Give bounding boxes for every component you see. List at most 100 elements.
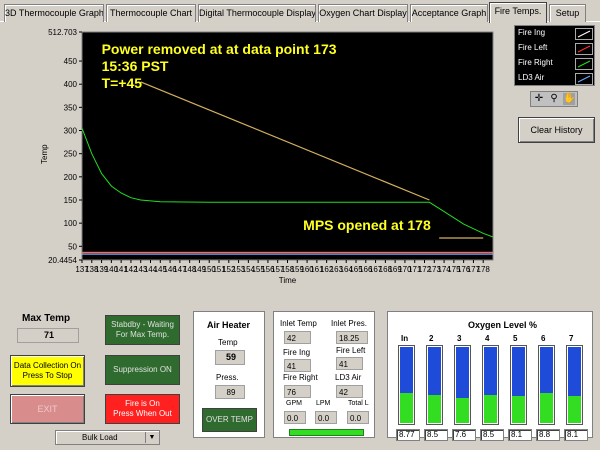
y-tick-label: 400 bbox=[64, 80, 78, 89]
load-type-select[interactable]: Bulk Load ▼ bbox=[55, 430, 160, 445]
oxygen-channel-label: 6 bbox=[541, 334, 546, 343]
oxygen-panel: Oxygen Level % In 8.77 2 8.5 3 7.6 4 8.5 5 8.1 6 8.… bbox=[387, 311, 593, 441]
oxygen-channel-label: 3 bbox=[457, 334, 462, 343]
y-tick-label: 350 bbox=[64, 103, 78, 112]
tab-setup[interactable]: Setup bbox=[549, 4, 586, 22]
gauge-empty-fill bbox=[512, 347, 525, 396]
data-collection-button[interactable]: Data Collection On Press To Stop bbox=[10, 355, 85, 387]
pan-hand-icon[interactable]: ✋ bbox=[563, 93, 575, 105]
inlet-temp-label: Inlet Temp bbox=[280, 319, 317, 328]
air-heater-title: Air Heater bbox=[207, 320, 251, 330]
gpm-value: 0.0 bbox=[284, 411, 306, 424]
fire-on-button[interactable]: Fire is On Press When Out bbox=[105, 394, 180, 424]
fire-left-value: 41 bbox=[336, 357, 363, 370]
oxygen-channel-value: 8.77 bbox=[396, 429, 420, 441]
oxygen-channel-value: 8.5 bbox=[480, 429, 504, 441]
air-heater-press-label: Press. bbox=[216, 373, 239, 382]
chart-annotation: 15:36 PST bbox=[102, 58, 169, 74]
legend-item-ld3-air[interactable]: LD3 Air bbox=[515, 72, 596, 86]
y-tick-label: 150 bbox=[64, 196, 78, 205]
total-label: Total L bbox=[348, 400, 369, 407]
tab-3d-thermocouple-graph[interactable]: 3D Thermocouple Graph bbox=[4, 4, 104, 22]
tab-thermocouple-chart[interactable]: Thermocouple Chart bbox=[106, 4, 196, 22]
legend-label: LD3 Air bbox=[518, 73, 545, 82]
oxygen-level-gauge bbox=[510, 345, 527, 425]
y-tick-label: 100 bbox=[64, 219, 78, 228]
gauge-empty-fill bbox=[456, 347, 469, 398]
oxygen-channel-value: 8.1 bbox=[564, 429, 588, 441]
exit-button[interactable]: EXIT bbox=[10, 394, 85, 424]
oxygen-channel-value: 7.6 bbox=[452, 429, 476, 441]
legend-swatch bbox=[575, 58, 593, 70]
standby-indicator[interactable]: Stabdby - Waiting For Max Temp. bbox=[105, 315, 180, 345]
ld3-air-label: LD3 Air bbox=[335, 373, 362, 382]
oxygen-level-gauge bbox=[538, 345, 555, 425]
clear-history-button[interactable]: Clear History bbox=[518, 117, 595, 143]
tab-bar: 3D Thermocouple Graph Thermocouple Chart… bbox=[0, 0, 600, 23]
cursor-move-icon[interactable]: ✛ bbox=[533, 93, 545, 105]
y-tick-label: 300 bbox=[64, 127, 78, 136]
fire-ing-label: Fire Ing bbox=[283, 348, 311, 357]
air-heater-temp-label: Temp bbox=[218, 338, 238, 347]
gauge-empty-fill bbox=[568, 347, 581, 396]
chart-annotation: T=+45 bbox=[102, 75, 143, 91]
legend-label: Fire Ing bbox=[518, 28, 546, 37]
x-tick-label: 178 bbox=[477, 265, 491, 274]
gauge-level-fill bbox=[400, 393, 413, 423]
chart-annotation: Power removed at at data point 173 bbox=[102, 41, 337, 57]
legend-swatch bbox=[575, 73, 593, 85]
inlet-temp-value: 42 bbox=[284, 331, 311, 344]
fire-left-label: Fire Left bbox=[336, 346, 366, 355]
load-type-value: Bulk Load bbox=[82, 433, 118, 442]
max-temp-value: 71 bbox=[17, 328, 79, 343]
legend-label: Fire Left bbox=[518, 43, 548, 52]
zoom-icon[interactable]: ⚲ bbox=[548, 93, 560, 105]
suppression-indicator[interactable]: Suppression ON bbox=[105, 355, 180, 385]
air-heater-panel: Air Heater Temp 59 Press. 89 OVER TEMP bbox=[193, 311, 265, 438]
oxygen-level-gauge bbox=[454, 345, 471, 425]
lpm-value: 0.0 bbox=[315, 411, 337, 424]
legend-item-fire-right[interactable]: Fire Right bbox=[515, 57, 596, 71]
inlet-pres-label: Inlet Pres. bbox=[331, 319, 368, 328]
oxygen-title: Oxygen Level % bbox=[468, 320, 538, 330]
oxygen-channel-label: 7 bbox=[569, 334, 574, 343]
air-heater-press-value: 89 bbox=[215, 385, 245, 399]
oxygen-level-gauge bbox=[482, 345, 499, 425]
graph-palette: ✛ ⚲ ✋ bbox=[530, 91, 578, 107]
tab-acceptance-graph[interactable]: Acceptance Graph bbox=[410, 4, 488, 22]
oxygen-channel-value: 8.5 bbox=[424, 429, 448, 441]
gauge-empty-fill bbox=[540, 347, 553, 393]
oxygen-channel-value: 8.1 bbox=[508, 429, 532, 441]
inlet-panel: Inlet Temp 42 Inlet Pres. 18.25 Fire Ing… bbox=[273, 311, 375, 438]
max-temp-label: Max Temp bbox=[22, 313, 71, 324]
gauge-level-fill bbox=[568, 396, 581, 423]
flow-indicator-bar bbox=[289, 429, 364, 436]
lpm-label: LPM bbox=[316, 400, 331, 407]
tab-digital-thermocouple-display[interactable]: Digital Thermocouple Display bbox=[198, 4, 316, 22]
legend-label: Fire Right bbox=[518, 58, 553, 67]
fire-right-label: Fire Right bbox=[283, 373, 318, 382]
plot-legend[interactable]: Fire Ing Fire Left Fire Right LD3 Air bbox=[514, 25, 595, 86]
legend-item-fire-left[interactable]: Fire Left bbox=[515, 42, 596, 56]
oxygen-channel-label: 2 bbox=[429, 334, 434, 343]
tab-oxygen-chart-display[interactable]: Oxygen Chart Display bbox=[318, 4, 408, 22]
gauge-level-fill bbox=[484, 395, 497, 423]
y-tick-label: 250 bbox=[64, 150, 78, 159]
legend-swatch bbox=[575, 28, 593, 40]
gauge-empty-fill bbox=[428, 347, 441, 395]
ld3-air-value: 42 bbox=[336, 385, 363, 398]
oxygen-level-gauge bbox=[398, 345, 415, 425]
y-tick-label: 200 bbox=[64, 173, 78, 182]
chevron-down-icon[interactable]: ▼ bbox=[145, 432, 158, 443]
oxygen-level-gauge bbox=[566, 345, 583, 425]
y-tick-label: 20.4454 bbox=[48, 256, 77, 265]
fire-temps-graph: 512.703 450 400 350 300 250 200 150 100 50 20.4454… bbox=[4, 24, 509, 296]
gpm-label: GPM bbox=[286, 400, 302, 407]
oxygen-level-gauge bbox=[426, 345, 443, 425]
tab-fire-temps[interactable]: Fire Temps. bbox=[489, 2, 547, 23]
gauge-empty-fill bbox=[484, 347, 497, 395]
oxygen-channel-value: 8.8 bbox=[536, 429, 560, 441]
gauge-level-fill bbox=[540, 393, 553, 423]
legend-item-fire-ing[interactable]: Fire Ing bbox=[515, 27, 596, 41]
chart-annotation: MPS opened at 178 bbox=[303, 217, 431, 233]
